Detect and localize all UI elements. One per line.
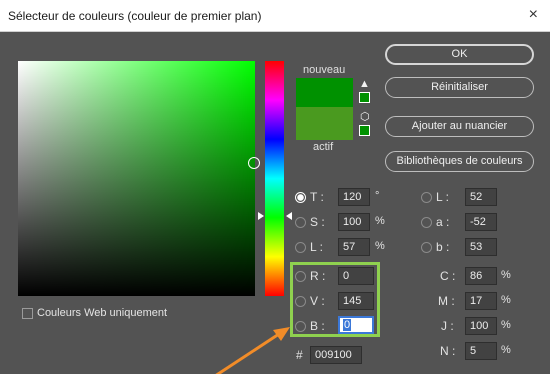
- annotation-arrow-head: [273, 327, 290, 341]
- annotation-arrow: [215, 327, 290, 374]
- annotation-arrow-line: [215, 330, 283, 374]
